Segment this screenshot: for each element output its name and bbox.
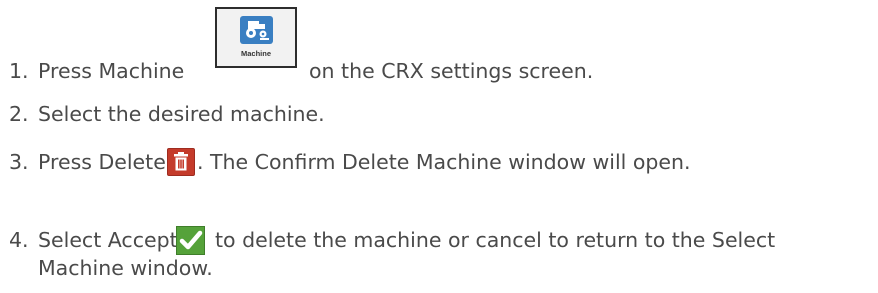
step-text: Machine window. <box>38 256 213 280</box>
step-text: Select Accept <box>38 228 178 252</box>
machine-icon: Machine <box>215 7 297 68</box>
step-2: 2. Select the desired machine. <box>9 102 325 126</box>
step-4: 4. Select Accept <box>9 228 178 252</box>
step-number: 4. <box>9 228 29 252</box>
tractor-icon <box>240 16 273 44</box>
step-number: 2. <box>9 102 29 126</box>
step-text: . The Confirm Delete Machine window will… <box>197 150 691 174</box>
step-text: Select the desired machine. <box>38 102 325 126</box>
step-number: 3. <box>9 150 29 174</box>
step-text: Press Machine <box>38 59 185 83</box>
step-text: to delete the machine or cancel to retur… <box>215 228 776 252</box>
trash-icon <box>167 148 195 176</box>
step-text: on the CRX settings screen. <box>309 59 594 83</box>
step-1-continued: on the CRX settings screen. <box>309 59 593 83</box>
step-3-continued: . The Confirm Delete Machine window will… <box>197 150 691 174</box>
step-number: 1. <box>9 59 29 83</box>
step-4-continued: to delete the machine or cancel to retur… <box>215 228 775 252</box>
machine-icon-caption: Machine <box>240 49 271 58</box>
step-4-wrap: Machine window. <box>38 256 213 280</box>
step-1: 1. Press Machine <box>9 59 184 83</box>
step-text: Press Delete <box>38 150 166 174</box>
checkmark-icon <box>176 226 205 255</box>
step-3: 3. Press Delete <box>9 150 166 174</box>
